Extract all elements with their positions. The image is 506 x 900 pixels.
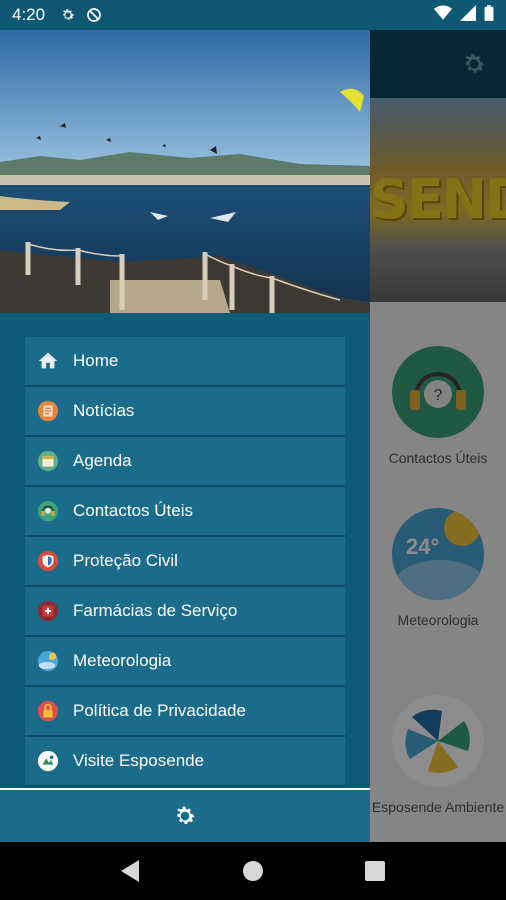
menu-item-farmacias[interactable]: Farmácias de Serviço <box>25 587 345 637</box>
tile-label: Contactos Úteis <box>388 450 488 466</box>
menu-item-label: Meteorologia <box>73 651 172 670</box>
tile-label: Esposende Ambiente <box>371 799 505 815</box>
status-bar: 4:20 <box>0 0 506 30</box>
battery-icon <box>484 4 494 26</box>
tile-meteorologia[interactable]: 24° Meteorologia <box>370 508 506 628</box>
menu-item-label: Contactos Úteis <box>73 501 193 520</box>
tile-temp: 24° <box>406 534 440 559</box>
no-disturb-icon <box>85 6 103 24</box>
header-photo <box>0 30 370 313</box>
menu-item-protecao-civil[interactable]: Proteção Civil <box>25 537 345 587</box>
settings-icon[interactable] <box>460 50 488 78</box>
tile-ambiente[interactable]: Esposende Ambiente <box>370 695 506 815</box>
settings-icon[interactable] <box>172 803 198 829</box>
weather-icon <box>37 650 59 672</box>
news-icon <box>37 400 59 422</box>
tile-contactos[interactable]: ? Contactos Úteis <box>370 346 506 466</box>
menu-item-label: Política de Privacidade <box>73 701 246 720</box>
banner-text: SENDE <box>370 168 506 231</box>
menu-item-label: Visite Esposende <box>73 751 205 770</box>
ambiente-logo-icon <box>392 695 484 787</box>
esposende-banner: SENDE <box>370 98 506 302</box>
menu-item-label: Farmácias de Serviço <box>73 601 238 620</box>
tile-label: Meteorologia <box>397 612 479 628</box>
shield-icon <box>37 550 59 572</box>
menu-item-privacidade[interactable]: Política de Privacidade <box>25 687 345 737</box>
recents-icon[interactable] <box>360 856 390 886</box>
back-icon[interactable] <box>116 856 146 886</box>
system-nav-bar <box>0 842 506 900</box>
lock-icon <box>37 700 59 722</box>
drawer-menu: Home Notícias Agenda Contactos Úteis Pro… <box>25 337 345 787</box>
menu-item-label: Notícias <box>73 401 135 420</box>
navigation-drawer: Home Notícias Agenda Contactos Úteis Pro… <box>0 30 370 842</box>
pharmacy-icon <box>37 600 59 622</box>
headset-icon <box>37 500 59 522</box>
weather-icon: 24° <box>392 508 484 600</box>
signal-icon <box>460 4 476 26</box>
menu-item-label: Agenda <box>73 451 132 470</box>
home-circle-icon[interactable] <box>238 856 268 886</box>
status-time: 4:20 <box>12 5 46 24</box>
menu-item-contactos[interactable]: Contactos Úteis <box>25 487 345 537</box>
drawer-footer <box>0 788 370 842</box>
menu-item-agenda[interactable]: Agenda <box>25 437 345 487</box>
menu-item-home[interactable]: Home <box>25 337 345 387</box>
menu-item-visite[interactable]: Visite Esposende <box>25 737 345 787</box>
svg-text:?: ? <box>434 387 443 404</box>
home-icon <box>37 350 59 372</box>
menu-item-label: Home <box>73 351 119 370</box>
visit-icon <box>37 750 59 772</box>
headset-icon: ? <box>392 346 484 438</box>
menu-item-label: Proteção Civil <box>73 551 178 570</box>
gear-icon <box>59 6 77 24</box>
menu-item-meteorologia[interactable]: Meteorologia <box>25 637 345 687</box>
menu-item-noticias[interactable]: Notícias <box>25 387 345 437</box>
calendar-icon <box>37 450 59 472</box>
wifi-icon <box>434 5 452 26</box>
